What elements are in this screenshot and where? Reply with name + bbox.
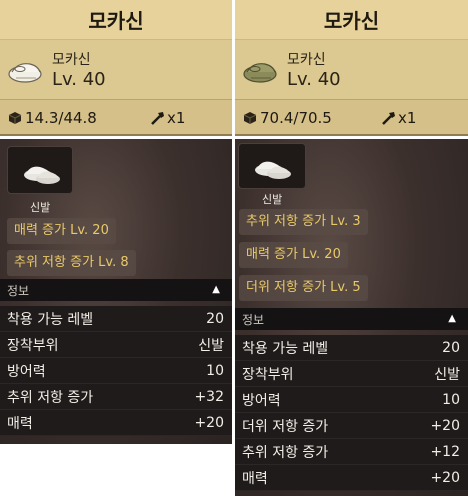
info-row: 장착부위 신발 xyxy=(235,361,468,387)
info-value: 20 xyxy=(206,310,224,327)
item-header: 모카신 Lv. 40 xyxy=(0,40,232,100)
info-value: 10 xyxy=(442,391,460,408)
item-type-label: 신발 xyxy=(262,193,283,206)
info-value: 신발 xyxy=(434,366,460,383)
moccasin-icon xyxy=(243,63,277,83)
tooltip-body: 신발 추위 저항 증가 Lv. 3 매력 증가 Lv. 20 더위 저항 증가 … xyxy=(235,139,468,496)
stats-row: 70.4/70.5 x1 xyxy=(235,100,468,136)
info-value: +32 xyxy=(194,388,224,405)
trait-tag: 매력 증가 Lv. 20 xyxy=(7,218,116,244)
info-row: 방어력 10 xyxy=(0,358,232,384)
info-label: 추위 저항 증가 xyxy=(242,444,329,461)
info-row: 착용 가능 레벨 20 xyxy=(235,335,468,361)
weight-value: 14.3/44.8 xyxy=(25,109,97,127)
item-level: Lv. 40 xyxy=(287,69,341,90)
info-title: 정보 xyxy=(242,312,265,327)
info-label: 장착부위 xyxy=(7,337,59,354)
info-row: 매력 +20 xyxy=(235,465,468,491)
item-name: 모카신 xyxy=(287,52,326,68)
item-thumbnail xyxy=(238,143,306,189)
shoe-icon xyxy=(255,161,291,179)
cube-icon xyxy=(243,112,257,124)
item-tooltip-left: 모카신 모카신 Lv. 40 14.3/44.8 x1 신발 매력 증가 Lv.… xyxy=(0,0,232,444)
info-row: 추위 저항 증가 +12 xyxy=(235,439,468,465)
tooltip-body: 신발 매력 증가 Lv. 20 추위 저항 증가 Lv. 8 정보 ▲ 착용 가… xyxy=(0,139,232,444)
collapse-icon[interactable]: ▲ xyxy=(448,313,456,324)
info-title: 정보 xyxy=(7,283,30,298)
hammer-icon xyxy=(382,112,395,125)
item-thumbnail xyxy=(7,146,73,194)
info-label: 방어력 xyxy=(7,363,46,380)
item-tooltip-right: 모카신 모카신 Lv. 40 70.4/70.5 x1 신발 추위 저항 증가 … xyxy=(235,0,468,496)
info-label: 더위 저항 증가 xyxy=(242,418,329,435)
info-row: 매력 +20 xyxy=(0,410,232,436)
shoe-icon xyxy=(24,166,60,184)
info-label: 착용 가능 레벨 xyxy=(7,311,94,328)
info-value: +20 xyxy=(430,469,460,486)
trait-tag: 더위 저항 증가 Lv. 5 xyxy=(239,275,368,301)
info-value: 신발 xyxy=(198,337,224,354)
info-section-header[interactable]: 정보 ▲ xyxy=(235,308,468,330)
info-table: 착용 가능 레벨 20 장착부위 신발 방어력 10 추위 저항 증가 +32 매력 +2… xyxy=(0,306,232,436)
cube-icon xyxy=(8,112,22,124)
info-section-header[interactable]: 정보 ▲ xyxy=(0,279,232,301)
info-label: 장착부위 xyxy=(242,366,294,383)
info-value: 20 xyxy=(442,339,460,356)
count-value: x1 xyxy=(167,109,186,127)
item-header: 모카신 Lv. 40 xyxy=(235,40,468,100)
stats-row: 14.3/44.8 x1 xyxy=(0,100,232,136)
count-value: x1 xyxy=(398,109,417,127)
tooltip-title: 모카신 xyxy=(235,0,468,40)
info-label: 착용 가능 레벨 xyxy=(242,340,329,357)
item-name: 모카신 xyxy=(52,52,91,68)
moccasin-icon xyxy=(8,63,42,83)
hammer-icon xyxy=(151,112,164,125)
info-value: +20 xyxy=(194,414,224,431)
trait-tag: 추위 저항 증가 Lv. 8 xyxy=(7,250,136,276)
info-row: 착용 가능 레벨 20 xyxy=(0,306,232,332)
tooltip-title: 모카신 xyxy=(0,0,232,40)
info-row: 더위 저항 증가 +20 xyxy=(235,413,468,439)
info-label: 매력 xyxy=(242,470,268,487)
weight-value: 70.4/70.5 xyxy=(260,109,332,127)
trait-tag: 매력 증가 Lv. 20 xyxy=(239,242,348,268)
info-value: +12 xyxy=(430,443,460,460)
item-type-label: 신발 xyxy=(30,201,51,214)
info-label: 방어력 xyxy=(242,392,281,409)
info-label: 매력 xyxy=(7,415,33,432)
info-value: +20 xyxy=(430,417,460,434)
collapse-icon[interactable]: ▲ xyxy=(212,284,220,295)
info-row: 장착부위 신발 xyxy=(0,332,232,358)
info-row: 방어력 10 xyxy=(235,387,468,413)
info-table: 착용 가능 레벨 20 장착부위 신발 방어력 10 더위 저항 증가 +20 추위 저… xyxy=(235,335,468,491)
info-label: 추위 저항 증가 xyxy=(7,389,94,406)
item-level: Lv. 40 xyxy=(52,69,106,90)
trait-tag: 추위 저항 증가 Lv. 3 xyxy=(239,209,368,235)
info-value: 10 xyxy=(206,362,224,379)
info-row: 추위 저항 증가 +32 xyxy=(0,384,232,410)
